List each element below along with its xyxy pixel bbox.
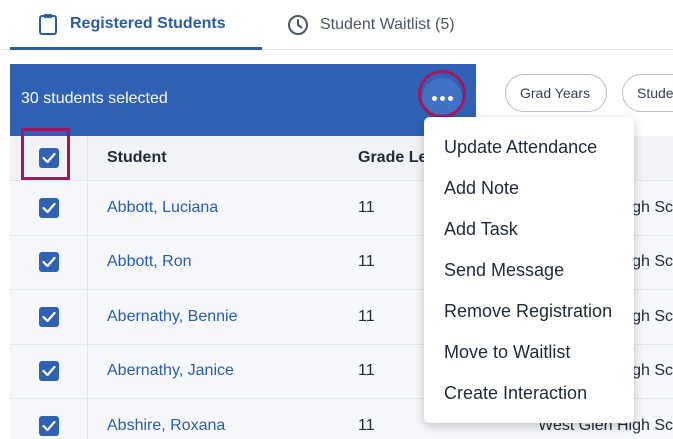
selection-bar: 30 students selected — [10, 64, 476, 136]
check-icon — [41, 311, 56, 322]
grade-value: 11 — [358, 307, 375, 325]
grade-value: 11 — [358, 253, 375, 271]
student-name-link[interactable]: Abbott, Luciana — [107, 181, 347, 235]
student-name-link[interactable]: Abshire, Roxana — [107, 399, 347, 439]
menu-item-add-note[interactable]: Add Note — [424, 168, 634, 209]
grade-value: 11 — [358, 362, 375, 380]
more-actions-highlight — [418, 70, 466, 118]
menu-item-update-attendance[interactable]: Update Attendance — [424, 127, 634, 168]
tab-registered-students-label: Registered Students — [70, 14, 226, 32]
menu-item-move-to-waitlist[interactable]: Move to Waitlist — [424, 332, 634, 373]
row-checkbox[interactable] — [38, 306, 59, 327]
menu-item-remove-registration[interactable]: Remove Registration — [424, 291, 634, 332]
tab-bar: Registered Students Student Waitlist (5) — [0, 0, 673, 50]
column-header-grade[interactable]: Grade Le — [358, 136, 428, 180]
tab-student-waitlist-label: Student Waitlist (5) — [320, 16, 455, 33]
menu-item-add-task[interactable]: Add Task — [424, 209, 634, 250]
row-checkbox[interactable] — [38, 415, 59, 436]
check-icon — [41, 257, 56, 268]
bulk-actions-menu: Update Attendance Add Note Add Task Send… — [424, 117, 634, 423]
selected-count: 30 students selected — [21, 90, 168, 107]
check-icon — [41, 202, 56, 213]
clipboard-icon — [36, 12, 60, 36]
filter-chip-label: Stude — [637, 85, 673, 101]
student-name-link[interactable]: Abbott, Ron — [107, 236, 347, 290]
row-checkbox[interactable] — [38, 252, 59, 273]
row-checkbox[interactable] — [38, 197, 59, 218]
select-all-highlight — [21, 128, 70, 180]
filter-chip-grad-years[interactable]: Grad Years — [505, 74, 607, 112]
row-checkbox[interactable] — [38, 361, 59, 382]
filter-chip-label: Grad Years — [520, 85, 591, 101]
tab-student-waitlist[interactable]: Student Waitlist (5) — [286, 0, 486, 50]
grade-value: 11 — [358, 416, 375, 434]
clock-icon — [286, 13, 310, 37]
filter-chip-student[interactable]: Stude — [622, 74, 673, 112]
tab-registered-students[interactable]: Registered Students — [10, 0, 262, 50]
page: Registered Students Student Waitlist (5)… — [0, 0, 673, 439]
check-icon — [41, 366, 56, 377]
check-icon — [41, 420, 56, 431]
student-name-link[interactable]: Abernathy, Bennie — [107, 290, 347, 344]
menu-item-create-interaction[interactable]: Create Interaction — [424, 373, 634, 414]
menu-item-send-message[interactable]: Send Message — [424, 250, 634, 291]
column-header-student[interactable]: Student — [107, 136, 347, 180]
student-name-link[interactable]: Abernathy, Janice — [107, 345, 347, 399]
grade-value: 11 — [358, 198, 375, 216]
